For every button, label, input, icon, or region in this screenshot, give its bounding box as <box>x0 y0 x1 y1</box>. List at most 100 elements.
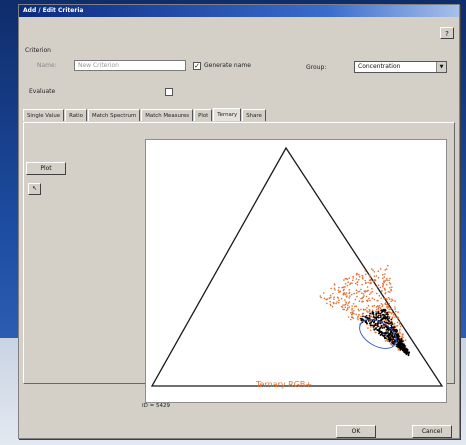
scatter-point <box>379 268 382 270</box>
scatter-point-core <box>368 314 371 317</box>
scatter-point-core <box>383 326 386 329</box>
scatter-point <box>344 282 347 285</box>
scatter-point <box>390 288 392 291</box>
scatter-point <box>381 290 383 292</box>
scatter-point <box>384 340 387 342</box>
scatter-point <box>388 279 390 282</box>
cursor-icon[interactable]: ↖ <box>28 183 41 195</box>
scatter-point <box>358 275 361 278</box>
scatter-point <box>346 295 348 297</box>
cancel-button[interactable]: Cancel <box>412 425 452 438</box>
tab-single-value[interactable]: Single Value <box>23 109 65 121</box>
scatter-point <box>376 285 379 288</box>
scatter-point-core <box>398 343 400 346</box>
scatter-point <box>386 304 388 306</box>
scatter-point <box>350 318 352 321</box>
plot-button[interactable]: Plot <box>26 162 66 175</box>
scatter-points <box>319 264 411 357</box>
scatter-point-core <box>393 326 395 329</box>
evaluate-checkbox[interactable] <box>165 88 173 96</box>
tab-bar: Single Value Ratio Match Spectrum Match … <box>23 108 267 122</box>
scatter-point <box>332 301 335 304</box>
scatter-point-core <box>371 320 374 323</box>
scatter-point-core <box>365 317 368 319</box>
scatter-point <box>387 264 389 267</box>
scatter-point <box>352 275 354 278</box>
tab-match-spectrum[interactable]: Match Spectrum <box>87 109 141 121</box>
scatter-point <box>345 301 347 303</box>
name-label: Name: <box>37 62 57 69</box>
scatter-point <box>358 314 360 316</box>
scatter-point <box>385 283 388 286</box>
scatter-point <box>356 272 358 275</box>
scatter-point <box>344 304 346 306</box>
scatter-point <box>346 284 349 287</box>
scatter-point <box>389 277 391 280</box>
tab-match-measures[interactable]: Match Measures <box>141 109 194 121</box>
scatter-point-core <box>367 320 370 322</box>
scatter-point <box>399 320 401 323</box>
scatter-point <box>342 304 344 306</box>
tab-plot[interactable]: Plot <box>194 109 213 121</box>
scatter-point <box>377 276 380 279</box>
scatter-point <box>383 281 385 284</box>
scatter-point <box>367 281 369 284</box>
tab-share[interactable]: Share <box>242 109 266 121</box>
scatter-point-core <box>392 336 395 339</box>
scatter-point <box>329 294 332 297</box>
ok-button[interactable]: OK <box>336 425 376 438</box>
scatter-point <box>381 305 383 308</box>
tab-ratio[interactable]: Ratio <box>65 109 87 121</box>
scatter-point <box>373 304 376 307</box>
scatter-point <box>367 304 370 307</box>
group-select[interactable]: Concentration ▼ <box>354 61 447 73</box>
scatter-point-core <box>372 314 375 316</box>
scatter-point <box>335 302 337 305</box>
scatter-point <box>389 311 391 314</box>
scatter-point <box>360 315 362 318</box>
scatter-point <box>333 298 335 300</box>
scatter-point <box>358 273 360 276</box>
scatter-point <box>337 289 340 292</box>
scatter-point-core <box>374 324 377 327</box>
scatter-point <box>361 283 363 286</box>
scatter-point <box>354 282 357 285</box>
scatter-point-core <box>397 338 400 340</box>
scatter-point-core <box>378 332 380 335</box>
scatter-point <box>388 298 391 300</box>
scatter-point <box>351 309 353 311</box>
scatter-point-core <box>378 328 381 330</box>
scatter-point <box>355 278 358 280</box>
axis-label: Ternary RGB+ <box>256 380 313 389</box>
scatter-point-core <box>381 313 384 316</box>
scatter-point <box>383 280 385 282</box>
generate-name-checkbox[interactable]: ✓ <box>193 62 201 70</box>
scatter-point-core <box>377 322 379 325</box>
scatter-point <box>369 310 371 312</box>
scatter-point <box>375 310 377 313</box>
scatter-point <box>399 328 401 331</box>
scatter-point <box>384 303 386 305</box>
scatter-point-core <box>360 319 363 322</box>
name-input[interactable]: New Criterion <box>74 60 186 71</box>
scatter-point <box>401 335 403 338</box>
scatter-point <box>354 298 357 301</box>
scatter-point <box>371 288 373 290</box>
evaluate-label: Evaluate <box>29 88 56 95</box>
scatter-point-core <box>360 317 363 320</box>
scatter-point <box>332 292 334 295</box>
scatter-point <box>380 303 383 305</box>
help-icon[interactable]: ? <box>440 27 454 39</box>
scatter-point <box>348 277 350 279</box>
scatter-point <box>387 296 390 299</box>
scatter-point <box>362 296 364 298</box>
scatter-point <box>344 299 346 301</box>
scatter-point <box>333 287 336 290</box>
scatter-point <box>356 317 359 319</box>
tab-ternary[interactable]: Ternary <box>213 108 242 121</box>
scatter-point <box>388 281 391 284</box>
chevron-down-icon[interactable]: ▼ <box>436 62 446 72</box>
scatter-point <box>379 286 382 289</box>
scatter-point <box>340 298 343 300</box>
criteria-dialog: Add / Edit Criteria ? Criterion Name: Ne… <box>18 4 460 439</box>
